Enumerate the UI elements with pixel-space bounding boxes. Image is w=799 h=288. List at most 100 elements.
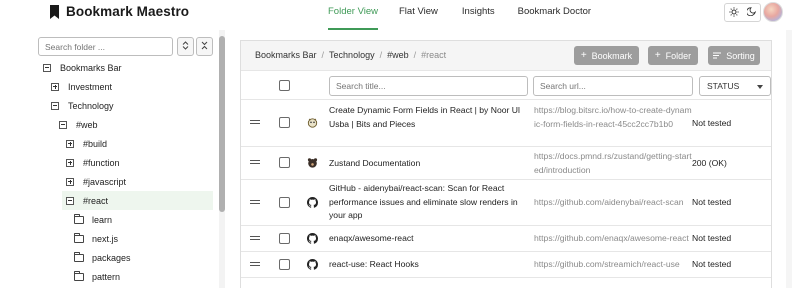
row-checkbox[interactable] — [279, 157, 290, 168]
folder-icon — [74, 213, 84, 224]
bookmark-url[interactable]: https://blog.bitsrc.io/how-to-create-dyn… — [534, 104, 692, 131]
drag-handle-icon[interactable] — [250, 200, 260, 204]
tree-item-nextjs[interactable]: next.js — [74, 229, 118, 248]
breadcrumb-item[interactable]: #web — [387, 50, 409, 60]
filter-row: STATUS — [241, 72, 771, 100]
status-filter-select[interactable]: STATUS — [699, 76, 771, 96]
sort-icon — [713, 51, 722, 61]
theme-toggle — [724, 3, 761, 22]
select-all-checkbox[interactable] — [279, 80, 290, 91]
breadcrumb-item[interactable]: Technology — [329, 50, 375, 60]
tree-item-label: #web — [76, 119, 98, 130]
title-search-input[interactable] — [329, 76, 528, 96]
tree-item-label: #javascript — [83, 176, 127, 187]
tree-item-technology[interactable]: Technology — [51, 96, 114, 115]
tree-item-label: #function — [83, 157, 120, 168]
table-row[interactable]: Zustand Documentation https://docs.pmnd.… — [241, 147, 771, 180]
plus-square-icon[interactable] — [66, 158, 74, 167]
tree-item-investment[interactable]: Investment — [51, 77, 112, 96]
moon-icon[interactable] — [746, 7, 757, 18]
tree-item-learn[interactable]: learn — [74, 210, 112, 229]
bear-icon — [307, 157, 318, 168]
sidebar-scrollbar-thumb[interactable] — [219, 36, 225, 212]
button-label: Sorting — [726, 50, 755, 61]
tree-item-label: Technology — [68, 100, 114, 111]
folder-sidebar: Bookmarks Bar Investment Technology #web… — [0, 30, 228, 288]
minus-square-icon[interactable] — [59, 120, 67, 129]
sorting-button[interactable]: Sorting — [708, 46, 760, 65]
drag-handle-icon[interactable] — [250, 160, 260, 164]
tab-folder-view[interactable]: Folder View — [328, 0, 378, 30]
github-icon — [307, 197, 318, 208]
bookmark-url[interactable]: https://github.com/aidenybai/react-scan — [534, 196, 692, 210]
bookmark-title[interactable]: Zustand Documentation — [329, 157, 525, 171]
bookmark-url[interactable]: https://docs.pmnd.rs/zustand/getting-sta… — [534, 150, 692, 177]
tree-item-label: learn — [92, 214, 113, 225]
bookmark-status: 200 (OK) — [692, 158, 727, 168]
minus-square-icon[interactable] — [51, 101, 59, 110]
chevrons-collapse-icon — [201, 41, 208, 52]
tree-item-build[interactable]: #build — [66, 134, 107, 153]
row-checkbox[interactable] — [279, 197, 290, 208]
table-row[interactable]: enaqx/awesome-react https://github.com/e… — [241, 226, 771, 252]
row-checkbox[interactable] — [279, 259, 290, 270]
drag-handle-icon[interactable] — [250, 120, 260, 124]
chevron-up-down-icon — [182, 41, 189, 52]
drag-handle-icon[interactable] — [250, 236, 260, 240]
folder-search-input[interactable] — [38, 37, 173, 56]
bookmark-url[interactable]: https://github.com/enaqx/awesome-react — [534, 232, 692, 246]
minus-square-icon[interactable] — [66, 196, 74, 205]
main-nav: Folder View Flat View Insights Bookmark … — [318, 0, 591, 30]
bookmark-status: Not tested — [692, 197, 732, 207]
tree-item-web[interactable]: #web — [59, 115, 98, 134]
plus-square-icon[interactable] — [66, 177, 74, 186]
tree-item-javascript[interactable]: #javascript — [66, 172, 126, 191]
tab-bookmark-doctor[interactable]: Bookmark Doctor — [518, 0, 591, 30]
tree-item-pattern[interactable]: pattern — [74, 267, 120, 286]
expand-all-button[interactable] — [177, 37, 194, 56]
bookmark-panel: Bookmarks Bar / Technology / #web / #rea… — [240, 40, 772, 288]
row-checkbox[interactable] — [279, 117, 290, 128]
bookmark-icon — [49, 4, 60, 19]
tree-item-packages[interactable]: packages — [74, 248, 131, 267]
bookmark-url[interactable]: https://github.com/streamich/react-use — [534, 258, 692, 272]
table-row[interactable]: react-use: React Hooks https://github.co… — [241, 252, 771, 278]
sun-icon[interactable] — [729, 6, 739, 19]
add-folder-button[interactable]: + Folder — [648, 46, 698, 65]
bookmark-title[interactable]: Create Dynamic Form Fields in React | by… — [329, 104, 525, 131]
tab-insights[interactable]: Insights — [462, 0, 495, 30]
table-row[interactable]: Create Dynamic Form Fields in React | by… — [241, 100, 771, 147]
url-search-input[interactable] — [533, 76, 693, 96]
collapse-all-button[interactable] — [196, 37, 213, 56]
bookmark-title[interactable]: react-use: React Hooks — [329, 258, 525, 272]
breadcrumb-item[interactable]: Bookmarks Bar — [255, 50, 317, 60]
add-bookmark-button[interactable]: + Bookmark — [574, 46, 639, 65]
bookmark-title[interactable]: enaqx/awesome-react — [329, 232, 525, 246]
drag-handle-icon[interactable] — [250, 262, 260, 266]
tree-item-function[interactable]: #function — [66, 153, 120, 172]
minus-square-icon[interactable] — [43, 63, 51, 72]
main-scrollbar-track[interactable] — [786, 30, 792, 288]
plus-icon: + — [654, 49, 661, 61]
tree-item-bookmarks-bar[interactable]: Bookmarks Bar — [43, 58, 122, 77]
plus-square-icon[interactable] — [66, 139, 74, 148]
user-avatar[interactable] — [763, 2, 783, 22]
chevron-down-icon — [757, 85, 763, 89]
bookmark-title[interactable]: GitHub - aidenybai/react-scan: Scan for … — [329, 182, 525, 223]
app-title: Bookmark Maestro — [66, 4, 190, 19]
app-header: Bookmark Maestro Folder View Flat View I… — [0, 0, 799, 30]
tree-item-label: pattern — [92, 271, 121, 282]
tree-item-label: Investment — [68, 81, 113, 92]
bookmark-status: Not tested — [692, 259, 732, 269]
brand[interactable]: Bookmark Maestro — [49, 4, 189, 19]
tree-item-react[interactable]: #react — [62, 191, 213, 210]
table-row[interactable]: GitHub - aidenybai/react-scan: Scan for … — [241, 180, 771, 226]
plus-square-icon[interactable] — [51, 82, 59, 91]
row-checkbox[interactable] — [279, 233, 290, 244]
bit-logo-icon — [307, 117, 318, 128]
plus-icon: + — [580, 49, 587, 61]
tab-flat-view[interactable]: Flat View — [399, 0, 438, 30]
breadcrumb: Bookmarks Bar / Technology / #web / #rea… — [255, 50, 446, 60]
bookmark-status: Not tested — [692, 118, 732, 128]
button-label: Bookmark — [591, 50, 633, 61]
